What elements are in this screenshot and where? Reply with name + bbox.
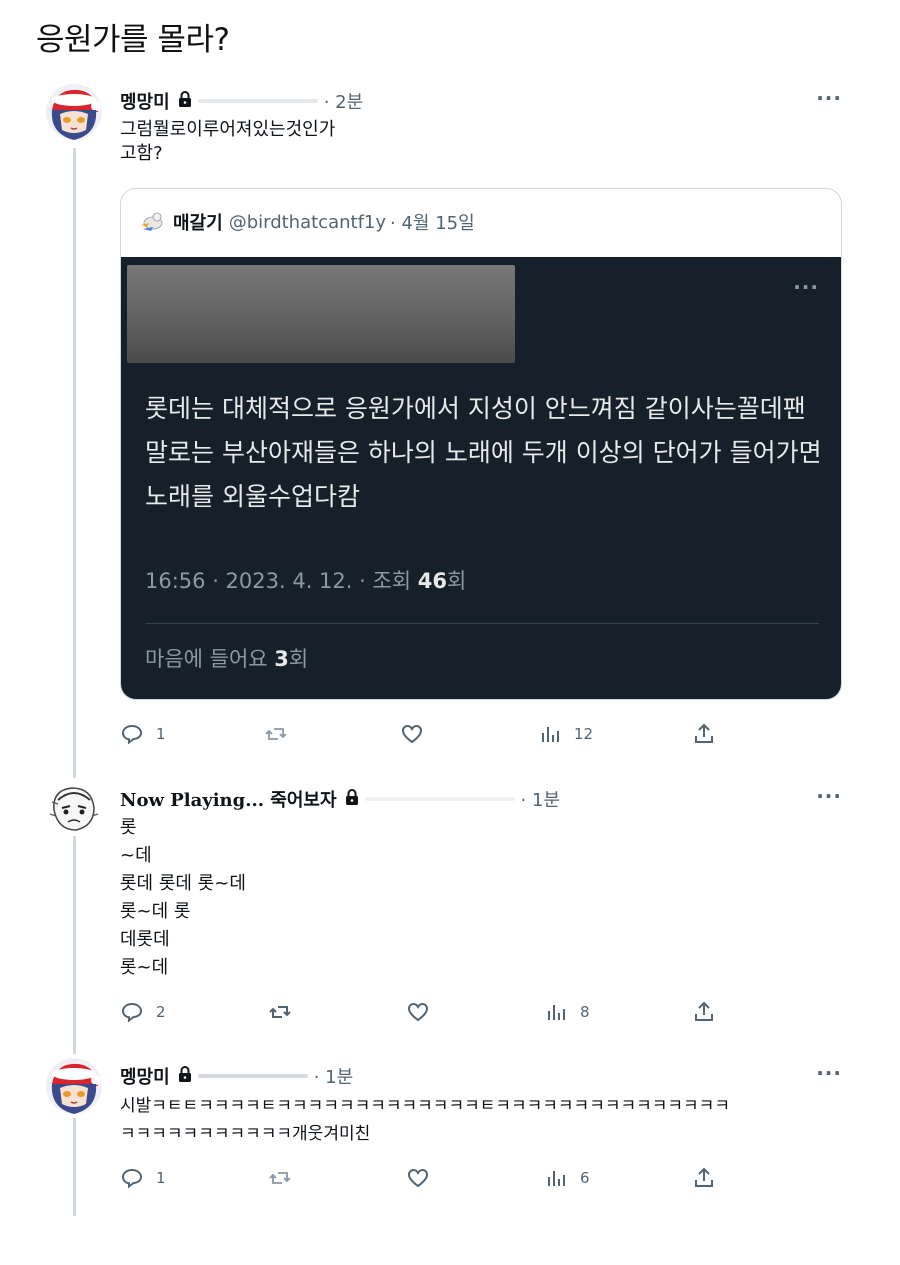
thread-line: [73, 148, 76, 778]
retweet-icon: [269, 1006, 291, 1018]
author-name[interactable]: 멩망미: [120, 1063, 170, 1089]
avatar[interactable]: [46, 1058, 102, 1114]
quote-timestamp[interactable]: · 4월 15일: [390, 209, 475, 235]
avatar[interactable]: [46, 780, 102, 836]
views-count: 12: [574, 725, 594, 743]
page-title: 응원가를 몰라?: [36, 22, 230, 58]
retweet-button[interactable]: [268, 1166, 292, 1190]
tweet-text: 롯 ~데 롯데 롯데 롯~데 롯~데 롯 데롯데 롯~데: [120, 817, 246, 978]
likes-suffix: 회: [288, 647, 309, 671]
retweet-icon: [265, 728, 287, 740]
views-button[interactable]: 6: [544, 1166, 590, 1190]
action-bar: 1 6: [120, 1166, 720, 1194]
divider: [145, 623, 819, 624]
quote-avatar: [139, 209, 165, 235]
reply-button[interactable]: 1: [120, 1166, 166, 1190]
author-name[interactable]: Now Playing... 죽어보자: [120, 786, 337, 812]
like-button[interactable]: [406, 1000, 430, 1024]
like-icon: [407, 1002, 429, 1022]
views-button[interactable]: 12: [538, 722, 593, 746]
views-count: 6: [580, 1169, 590, 1187]
thread-line: [73, 826, 76, 1054]
like-icon: [407, 1168, 429, 1188]
reply-count: 1: [156, 1169, 166, 1187]
lock-icon: [176, 1065, 194, 1088]
reply-icon: [121, 1168, 143, 1189]
likes-prefix: 마음에 들어요: [145, 647, 275, 671]
views-button[interactable]: 8: [544, 1000, 590, 1024]
screenshot-text: 롯데는 대체적으로 응원가에서 지성이 안느껴짐 같이사는꼴데팬말로는 부산아재…: [145, 394, 822, 511]
share-button[interactable]: [692, 1000, 716, 1024]
more-icon[interactable]: ···: [816, 784, 842, 808]
more-icon: ···: [793, 275, 819, 299]
like-button[interactable]: [400, 722, 424, 746]
like-icon: [401, 724, 423, 744]
reply-count: 1: [156, 725, 166, 743]
timestamp[interactable]: · 2분: [324, 88, 363, 114]
screenshot-likes: 마음에 들어요 3회: [145, 643, 308, 673]
retweet-icon: [269, 1172, 291, 1184]
retweet-button[interactable]: [264, 722, 288, 746]
author-name[interactable]: 멩망미: [120, 88, 170, 114]
handle-redacted: [197, 99, 318, 103]
share-icon: [695, 723, 713, 743]
share-button[interactable]: [692, 722, 716, 746]
views-suffix: 회: [447, 569, 467, 593]
more-icon[interactable]: ···: [816, 1061, 842, 1085]
reply-button[interactable]: 2: [120, 1000, 166, 1024]
handle-redacted: [364, 797, 515, 801]
avatar[interactable]: [46, 84, 102, 140]
retweet-button[interactable]: [268, 1000, 292, 1024]
quote-tweet[interactable]: 매갈기 @birdthatcantf1y · 4월 15일 ··· 롯데는 대체…: [120, 188, 842, 700]
handle-redacted: [197, 1074, 308, 1078]
likes-count: 3: [274, 647, 289, 671]
screenshot-views: 46: [417, 569, 448, 593]
screenshot-meta: 16:56 · 2023. 4. 12. · 조회 46회: [145, 565, 466, 595]
quote-author-name[interactable]: 매갈기: [173, 209, 223, 235]
reply-icon: [121, 724, 143, 745]
tweet-text: 그럼뭘로이루어져있는것인가 고함?: [120, 119, 336, 164]
tweet-text: 시발ㅋㅌㅌㅋㅋㅋㅋㅌㅋㅋㅋㅋㅋㅋㅋㅋㅋㅋㅋㅋㅋㅌㅋㅋㅋㅋㅋㅋㅋㅋㅋㅋㅋㅋㅋㅋㅋ …: [120, 1096, 730, 1144]
views-icon: [548, 1005, 565, 1020]
blurred-header: [127, 265, 515, 363]
share-button[interactable]: [692, 1166, 716, 1190]
views-icon: [548, 1171, 565, 1186]
action-bar: 2 8: [120, 1000, 720, 1028]
action-bar: 1 12: [120, 722, 720, 750]
quote-author-handle[interactable]: @birdthatcantf1y: [229, 212, 386, 233]
quote-screenshot-image[interactable]: ··· 롯데는 대체적으로 응원가에서 지성이 안느껴짐 같이사는꼴데팬말로는 …: [121, 257, 841, 699]
reply-count: 2: [156, 1003, 166, 1021]
screenshot-date: 16:56 · 2023. 4. 12. · 조회: [145, 569, 418, 593]
timestamp[interactable]: · 1분: [314, 1063, 353, 1089]
thread-line: [73, 1118, 76, 1216]
reply-icon: [121, 1002, 143, 1023]
views-icon: [542, 727, 559, 742]
share-icon: [695, 1001, 713, 1021]
reply-button[interactable]: 1: [120, 722, 166, 746]
timestamp[interactable]: · 1분: [521, 786, 560, 812]
like-button[interactable]: [406, 1166, 430, 1190]
lock-icon: [343, 788, 361, 811]
share-icon: [695, 1167, 713, 1187]
lock-icon: [176, 90, 194, 113]
views-count: 8: [580, 1003, 590, 1021]
more-icon[interactable]: ···: [816, 86, 842, 110]
